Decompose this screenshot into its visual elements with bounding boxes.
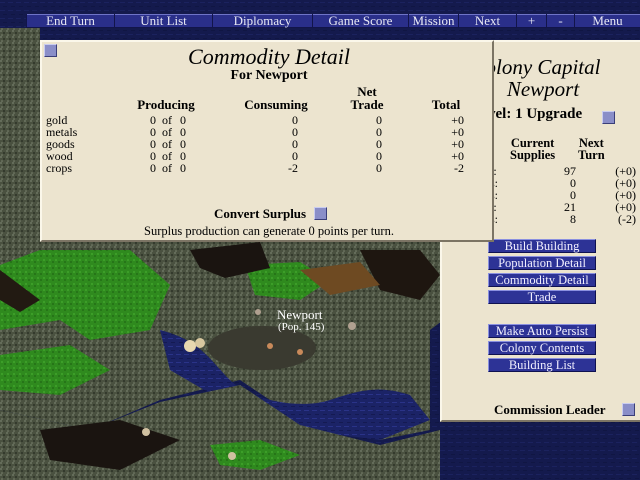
trade-button[interactable]: Trade: [488, 290, 596, 304]
current-header-line2: Supplies: [510, 148, 556, 162]
total-value: -2: [454, 161, 464, 175]
upgrade-label: Upgrade: [526, 106, 583, 122]
commodity-row: metals 0 of 0 0 0 +0: [46, 126, 486, 138]
next-header-line2: Turn: [578, 148, 605, 162]
supply-row: s: 8 (-2): [490, 213, 640, 225]
supply-current: 8: [570, 212, 576, 226]
diplomacy-button[interactable]: Diplomacy: [212, 14, 312, 28]
convert-surplus-checkbox[interactable]: [314, 207, 327, 220]
zoom-out-button[interactable]: -: [546, 14, 574, 28]
consuming-value: -2: [288, 161, 298, 175]
commission-leader-label: Commission Leader: [494, 402, 606, 417]
commission-leader-checkbox[interactable]: [622, 403, 635, 416]
colony-contents-button[interactable]: Colony Contents: [488, 341, 596, 355]
commodity-row: crops 0 of 0 -2 0 -2: [46, 162, 486, 174]
commodity-row: goods 0 of 0 0 0 +0: [46, 138, 486, 150]
produced-value: 0: [150, 161, 156, 175]
end-turn-button[interactable]: End Turn: [26, 14, 114, 28]
surplus-note: Surplus production can generate 0 points…: [144, 224, 394, 238]
land-northwest: [0, 28, 40, 260]
city-population-label: (Pop. 145): [278, 321, 325, 333]
trade-value: 0: [376, 161, 382, 175]
current-supplies-header: Current Supplies: [510, 137, 556, 162]
supply-next: (-2): [618, 212, 636, 226]
next-turn-header: Next Turn: [578, 137, 605, 162]
trade-header: Trade: [350, 97, 384, 112]
commodity-name: crops: [46, 161, 72, 175]
convert-surplus-label: Convert Surplus: [214, 206, 307, 221]
capacity-value: 0: [180, 161, 186, 175]
game-score-button[interactable]: Game Score: [312, 14, 408, 28]
zoom-in-button[interactable]: +: [516, 14, 546, 28]
commodity-detail-button[interactable]: Commodity Detail: [488, 273, 596, 287]
upgrade-checkbox[interactable]: [602, 111, 615, 124]
make-auto-persist-button[interactable]: Make Auto Persist: [488, 324, 596, 338]
top-menu-bar: End Turn Unit List Diplomacy Game Score …: [0, 0, 640, 28]
commodity-subtitle: For Newport: [230, 68, 308, 83]
consuming-header: Consuming: [244, 97, 308, 112]
colony-level: vel: 1 Upgrade: [488, 106, 582, 123]
next-button[interactable]: Next: [458, 14, 516, 28]
menu-button[interactable]: Menu: [574, 14, 640, 28]
producing-header: Producing: [137, 97, 195, 112]
of-word: of: [162, 161, 172, 175]
commodity-row: wood 0 of 0 0 0 +0: [46, 150, 486, 162]
unit-list-button[interactable]: Unit List: [114, 14, 212, 28]
building-list-button[interactable]: Building List: [488, 358, 596, 372]
mission-button[interactable]: Mission: [408, 14, 458, 28]
build-building-button[interactable]: Build Building: [488, 239, 596, 253]
total-header: Total: [431, 97, 461, 112]
commodity-row: gold 0 of 0 0 0 +0: [46, 114, 486, 126]
population-detail-button[interactable]: Population Detail: [488, 256, 596, 270]
commodity-detail-panel: Commodity Detail For Newport Producing C…: [40, 40, 494, 242]
commodity-title: Commodity Detail: [188, 44, 350, 69]
